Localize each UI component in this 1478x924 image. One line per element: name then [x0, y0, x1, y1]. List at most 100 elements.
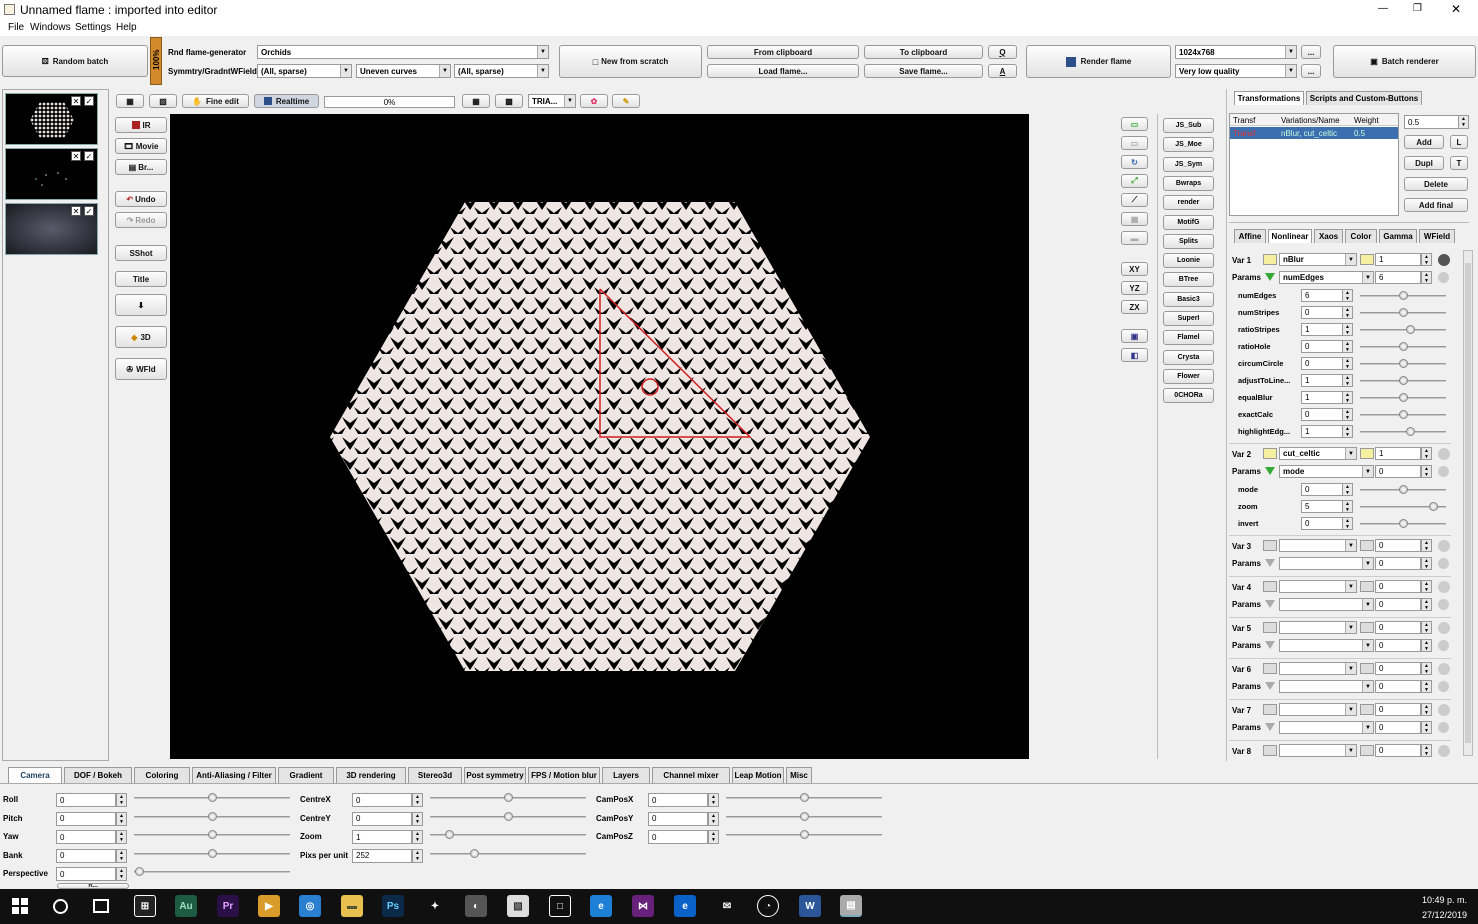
param-value-spinner[interactable]: ▲ ▼ [1342, 289, 1353, 302]
tab-post-symmetry[interactable]: Post symmetry [464, 767, 526, 783]
tab-stereo3d[interactable]: Stereo3d [408, 767, 462, 783]
thumbnail-3[interactable]: ✕ ✓ [5, 203, 98, 255]
color-button[interactable]: ✿ [580, 94, 608, 108]
params-select[interactable]: ▼ [1279, 598, 1374, 611]
axis-xy-button[interactable]: XY [1121, 262, 1148, 276]
params-expand-icon[interactable] [1265, 723, 1275, 731]
camera-slider[interactable] [726, 793, 882, 802]
camera-field-spinner[interactable]: ▲ ▼ [708, 830, 719, 844]
param-value-spinner[interactable]: ▲ ▼ [1342, 483, 1353, 496]
tab-3d-rendering[interactable]: 3D rendering [336, 767, 406, 783]
script-button[interactable]: JS_Moe [1163, 137, 1214, 153]
camera-field-spinner[interactable]: ▲ ▼ [412, 811, 423, 826]
variation-amount-spinner[interactable]: ▲ ▼ [1421, 253, 1432, 266]
editor-tool-8[interactable]: ▣ [1121, 329, 1148, 343]
variation-link-icon[interactable] [1360, 704, 1374, 715]
param-value-input[interactable]: 0 [1301, 408, 1343, 421]
maximize-button[interactable]: ❐ [1413, 3, 1422, 14]
script-button[interactable]: Splits [1163, 233, 1214, 249]
script-button[interactable]: Loonie [1163, 253, 1214, 269]
variation-amount-input[interactable]: 0 [1375, 580, 1421, 593]
variation-amount-spinner[interactable]: ▲ ▼ [1421, 703, 1432, 716]
param-slider[interactable] [1360, 485, 1446, 494]
editor-tool-4[interactable]: ⤢ [1121, 174, 1148, 188]
thumbnail-1-check[interactable]: ✓ [84, 96, 94, 106]
params-value-input[interactable]: 0 [1375, 598, 1421, 611]
camera-slider[interactable] [430, 793, 586, 802]
camera-field-input[interactable]: 0 [648, 830, 708, 844]
thumbnail-1[interactable]: ✕ ✓ [5, 93, 98, 145]
variation-amount-input[interactable]: 0 [1375, 744, 1421, 757]
quality-more-button[interactable]: ... [1301, 64, 1321, 78]
param-value-input[interactable]: 1 [1301, 391, 1343, 404]
batch-renderer-button[interactable]: ▣ Batch renderer [1333, 45, 1476, 78]
symmetry-select[interactable]: (All, sparse) ▼ [257, 64, 352, 78]
variation-toggle-icon[interactable] [1263, 704, 1277, 715]
param-value-spinner[interactable]: ▲ ▼ [1342, 357, 1353, 370]
add-final-button[interactable]: Add final [1404, 198, 1468, 212]
camera-field-input[interactable]: 0 [56, 830, 116, 844]
grid-button[interactable]: ▦ [462, 94, 490, 108]
3d-button[interactable]: ◆ 3D [115, 326, 167, 348]
thumbnail-2[interactable]: ✕ ✓ [5, 148, 98, 200]
param-value-spinner[interactable]: ▲ ▼ [1342, 517, 1353, 530]
params-select[interactable]: ▼ [1279, 680, 1374, 693]
move-up-icon[interactable] [1438, 663, 1450, 675]
tab-fps-motion-blur[interactable]: FPS / Motion blur [528, 767, 600, 783]
variation-amount-spinner[interactable]: ▲ ▼ [1421, 621, 1432, 634]
script-button[interactable]: SuperI [1163, 311, 1214, 326]
close-button[interactable]: ✕ [1451, 2, 1461, 16]
file-explorer-icon[interactable]: ▬ [341, 895, 363, 917]
param-value-input[interactable]: 5 [1301, 500, 1343, 513]
variation-amount-spinner[interactable]: ▲ ▼ [1421, 744, 1432, 757]
variation-amount-spinner[interactable]: ▲ ▼ [1421, 447, 1432, 460]
variation-toggle-icon[interactable] [1263, 663, 1277, 674]
param-value-input[interactable]: 1 [1301, 425, 1343, 438]
tab-nonlinear[interactable]: Nonlinear [1268, 229, 1312, 243]
a-button[interactable]: A [988, 64, 1017, 78]
variation-amount-spinner[interactable]: ▲ ▼ [1421, 580, 1432, 593]
move-up-icon[interactable] [1438, 622, 1450, 634]
camera-slider-knob[interactable] [444, 830, 454, 839]
variation-select[interactable]: ▼ [1279, 744, 1357, 757]
param-slider[interactable] [1360, 427, 1446, 436]
params-value-input[interactable]: 0 [1375, 557, 1421, 570]
camera-slider[interactable] [726, 811, 882, 821]
camera-slider-knob[interactable] [469, 848, 479, 858]
params-expand-icon[interactable] [1265, 467, 1275, 475]
move-up-icon[interactable] [1438, 704, 1450, 716]
tab-color[interactable]: Color [1345, 229, 1377, 243]
camera-slider[interactable] [430, 830, 586, 839]
premiere-icon[interactable]: Pr [217, 895, 239, 917]
word-icon[interactable]: W [799, 895, 821, 917]
param-slider-knob[interactable] [1399, 342, 1408, 351]
params-value-spinner[interactable]: ▲ ▼ [1421, 721, 1432, 734]
tab-gradient[interactable]: Gradient [278, 767, 334, 783]
param-value-spinner[interactable]: ▲ ▼ [1342, 425, 1353, 438]
param-slider-knob[interactable] [1405, 427, 1415, 436]
params-select[interactable]: ▼ [1279, 639, 1374, 652]
param-slider-knob[interactable] [1399, 359, 1408, 368]
tab-channel-mixer[interactable]: Channel mixer [652, 767, 730, 783]
jwildfire-icon[interactable]: ▤ [840, 895, 862, 917]
mail-icon[interactable]: ✉ [716, 895, 738, 917]
delete-transform-button[interactable]: Delete [1404, 177, 1468, 191]
camera-slider[interactable] [134, 867, 290, 876]
camera-slider[interactable] [430, 848, 586, 858]
task-view-icon[interactable] [93, 899, 109, 913]
camera-slider-knob[interactable] [208, 830, 217, 839]
app-icon-11[interactable]: □ [549, 895, 571, 917]
camera-field-spinner[interactable]: ▲ ▼ [116, 848, 127, 863]
variation-link-icon[interactable] [1360, 745, 1374, 756]
param-slider-knob[interactable] [1399, 485, 1408, 494]
params-settings-icon[interactable] [1438, 640, 1449, 651]
params-value-input[interactable]: 0 [1375, 639, 1421, 652]
transform-weight-spinner[interactable]: ▲ ▼ [1458, 115, 1469, 129]
move-up-icon[interactable] [1438, 745, 1450, 757]
photoshop-icon[interactable]: Ps [382, 895, 404, 917]
wfield-select[interactable]: (All, sparse) ▼ [454, 64, 549, 78]
script-button[interactable]: Crysta [1163, 349, 1214, 365]
script-button[interactable]: MotifG [1163, 214, 1214, 230]
camera-slider-knob[interactable] [800, 830, 809, 839]
curves-select[interactable]: Uneven curves ▼ [356, 64, 451, 78]
